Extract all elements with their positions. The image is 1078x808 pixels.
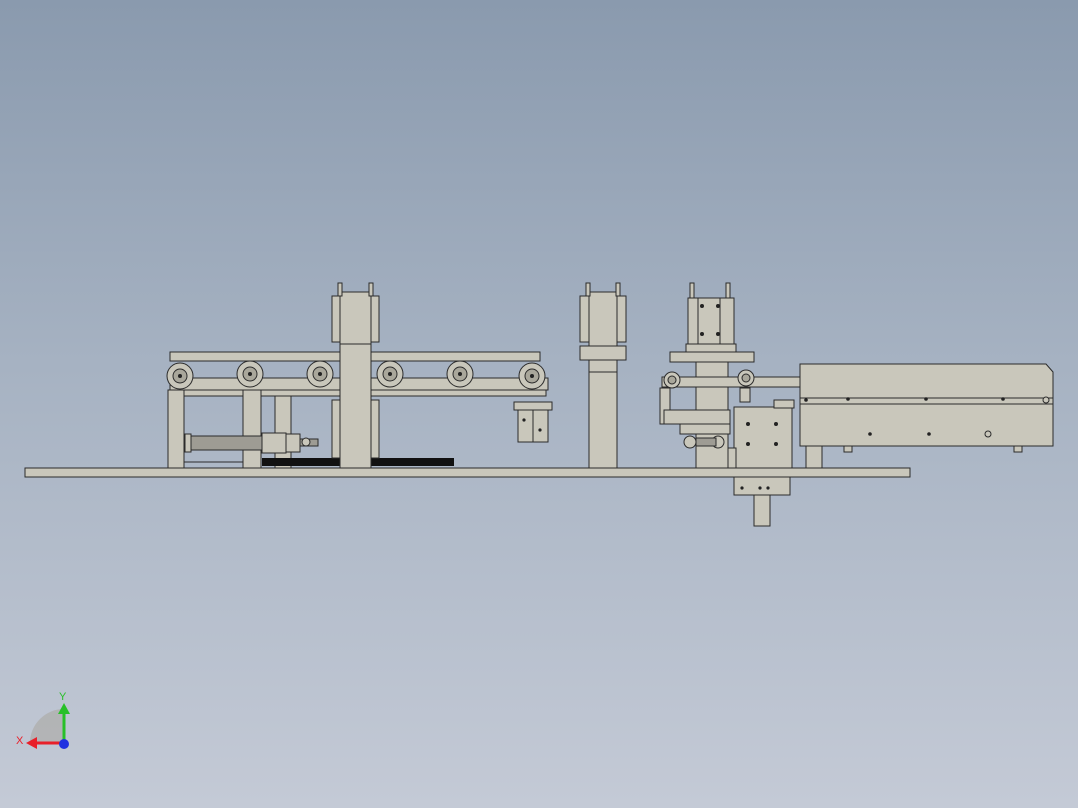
cross-arm [661, 376, 803, 388]
roller [376, 360, 404, 388]
roller [166, 362, 194, 390]
roller [518, 362, 546, 390]
conveyor-leg [274, 395, 292, 469]
machine-drawing: Y X [16, 282, 1054, 749]
gripper-cylinder [513, 401, 553, 443]
z-axis-dot [59, 739, 69, 749]
pneumatic-cylinder [184, 432, 319, 454]
orientation-triad: Y X [16, 691, 70, 749]
cad-viewport[interactable]: Y X [0, 0, 1078, 808]
x-axis-label: X [16, 735, 24, 747]
cross-plate [669, 351, 755, 363]
y-axis-label: Y [59, 691, 67, 703]
output-conveyor [799, 363, 1054, 469]
roller [306, 360, 334, 388]
conveyor-leg [242, 389, 262, 469]
triad-plane-shading [30, 709, 64, 743]
conveyor-leg [167, 389, 185, 469]
vertical-column [331, 282, 380, 469]
slide-module [727, 399, 795, 527]
vertical-column [579, 282, 627, 469]
roller [446, 360, 474, 388]
base-plate [24, 467, 911, 478]
roller [236, 360, 264, 388]
